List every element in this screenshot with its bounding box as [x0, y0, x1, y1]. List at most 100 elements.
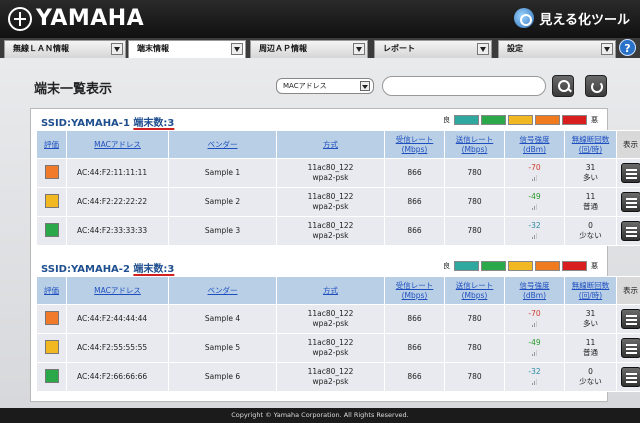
vendor: Sample 1	[168, 158, 277, 188]
col-rx-rate[interactable]: 受信レート (Mbps)	[384, 130, 445, 159]
detail-list-button[interactable]	[620, 338, 640, 358]
top-bar: YAMAHA 見える化ツール	[0, 0, 640, 38]
footer-copyright: Copyright © Yamaha Corporation. All Righ…	[0, 408, 640, 423]
terminal-table: 評価 MACアドレス ベンダー 方式 受信レート (Mbps) 送信レート (Mbps) 信号強…	[36, 130, 640, 246]
signal-cell: -49	[504, 187, 565, 217]
quality-legend: 良悪	[440, 261, 601, 271]
yamaha-logo: YAMAHA	[8, 6, 144, 31]
method-security: wpa2-psk	[312, 348, 349, 357]
tab-wireless-lan-info[interactable]: 無線ＬＡＮ情報	[4, 40, 126, 58]
disconnect-cell: 0 少ない	[564, 216, 617, 246]
mac-address: AC:44:F2:44:44:44	[66, 304, 169, 334]
rx-rate: 866	[384, 187, 445, 217]
tx-rate: 780	[444, 333, 505, 363]
signal-cell: -70	[504, 304, 565, 334]
logo-text: YAMAHA	[36, 6, 145, 31]
disconnect-cell: 11 普通	[564, 333, 617, 363]
disconnect-cell: 0 少ない	[564, 362, 617, 392]
search-field-select-value: MACアドレス	[283, 82, 327, 90]
col-mac[interactable]: MACアドレス	[66, 130, 169, 159]
col-vendor[interactable]: ベンダー	[168, 130, 277, 159]
view-cell	[616, 216, 640, 246]
chevron-down-icon[interactable]	[477, 43, 489, 55]
eval-cell	[36, 216, 67, 246]
eval-cell	[36, 187, 67, 217]
detail-list-button[interactable]	[620, 367, 640, 387]
search-input[interactable]	[382, 76, 546, 96]
chevron-down-icon[interactable]	[601, 43, 613, 55]
tool-name: 見える化ツール	[539, 12, 630, 28]
legend-swatch	[562, 261, 587, 271]
col-disconnect[interactable]: 無線断回数 (回/時)	[564, 276, 617, 305]
detail-list-button[interactable]	[620, 192, 640, 212]
col-rx-rate[interactable]: 受信レート (Mbps)	[384, 276, 445, 305]
col-eval[interactable]: 評価	[36, 130, 67, 159]
method-standard: 11ac80_122	[307, 309, 354, 318]
disconnect-label: 普通	[583, 348, 598, 357]
view-cell	[616, 362, 640, 392]
col-signal[interactable]: 信号強度 (dBm)	[504, 130, 565, 159]
chevron-down-icon[interactable]	[360, 81, 370, 91]
legend-swatch	[454, 115, 479, 125]
chevron-down-icon[interactable]	[353, 43, 365, 55]
tab-label: レポート	[383, 44, 415, 53]
visualization-tool-icon	[514, 8, 535, 28]
table-row: AC:44:F2:55:55:55 Sample 5 11ac80_122 wpa2-…	[36, 333, 640, 363]
table-row: AC:44:F2:22:22:22 Sample 2 11ac80_122 wpa2-…	[36, 187, 640, 217]
rx-rate: 866	[384, 333, 445, 363]
col-signal[interactable]: 信号強度 (dBm)	[504, 276, 565, 305]
signal-strength: -49	[528, 338, 541, 347]
mac-address: AC:44:F2:33:33:33	[66, 216, 169, 246]
col-disconnect-label: 無線断回数	[571, 280, 610, 290]
tab-terminal-info[interactable]: 端末情報	[128, 40, 246, 58]
ssid-name: SSID:YAMAHA-1	[41, 118, 130, 129]
terminal-count: 端末数:3	[133, 264, 175, 275]
col-signal-unit: (dBm)	[522, 144, 547, 154]
method-security: wpa2-psk	[312, 231, 349, 240]
chevron-down-icon[interactable]	[231, 43, 243, 55]
tab-bar: 無線ＬＡＮ情報 端末情報 周辺ＡＰ情報 レポート 設定	[0, 38, 640, 58]
vendor: Sample 6	[168, 362, 277, 392]
col-method[interactable]: 方式	[276, 130, 385, 159]
col-mac[interactable]: MACアドレス	[66, 276, 169, 305]
tab-label: 端末情報	[137, 44, 169, 53]
col-tx-rate-label: 送信レート	[455, 134, 494, 144]
tab-nearby-ap-info[interactable]: 周辺ＡＰ情報	[250, 40, 368, 58]
eval-cell	[36, 304, 67, 334]
method-standard: 11ac80_122	[307, 221, 354, 230]
legend-swatch	[454, 261, 479, 271]
view-cell	[616, 304, 640, 334]
eval-status-mark	[44, 222, 59, 237]
col-method[interactable]: 方式	[276, 276, 385, 305]
col-disconnect[interactable]: 無線断回数 (回/時)	[564, 130, 617, 159]
col-view: 表示	[616, 276, 640, 305]
col-rx-rate-label: 受信レート	[395, 134, 434, 144]
detail-list-button[interactable]	[620, 221, 640, 241]
refresh-button[interactable]	[585, 75, 607, 97]
col-view: 表示	[616, 130, 640, 159]
tab-settings[interactable]: 設定	[498, 40, 616, 58]
col-signal-unit: (dBm)	[522, 290, 547, 300]
rx-rate: 866	[384, 362, 445, 392]
col-signal-label: 信号強度	[519, 280, 550, 290]
tab-report[interactable]: レポート	[374, 40, 492, 58]
search-button[interactable]	[552, 75, 574, 97]
detail-list-button[interactable]	[620, 309, 640, 329]
col-tx-rate[interactable]: 送信レート (Mbps)	[444, 276, 505, 305]
help-button[interactable]: ?	[619, 39, 636, 56]
col-tx-rate-unit: (Mbps)	[461, 144, 488, 154]
method-security: wpa2-psk	[312, 202, 349, 211]
col-eval[interactable]: 評価	[36, 276, 67, 305]
tab-label: 周辺ＡＰ情報	[259, 44, 307, 53]
legend-bad-label: 悪	[591, 262, 598, 270]
search-field-select[interactable]: MACアドレス	[276, 78, 374, 94]
method: 11ac80_122 wpa2-psk	[276, 362, 385, 392]
rx-rate: 866	[384, 216, 445, 246]
detail-list-button[interactable]	[620, 163, 640, 183]
chevron-down-icon[interactable]	[111, 43, 123, 55]
col-vendor[interactable]: ベンダー	[168, 276, 277, 305]
tx-rate: 780	[444, 362, 505, 392]
mac-address: AC:44:F2:66:66:66	[66, 362, 169, 392]
signal-cell: -70	[504, 158, 565, 188]
col-tx-rate[interactable]: 送信レート (Mbps)	[444, 130, 505, 159]
